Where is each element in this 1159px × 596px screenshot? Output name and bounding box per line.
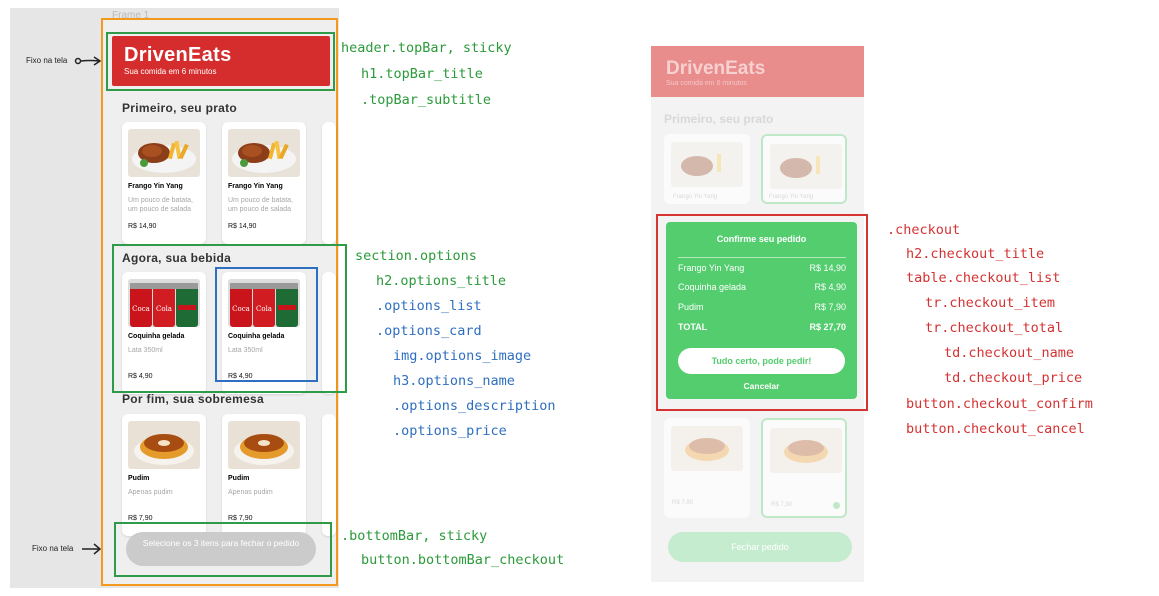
option-card-selected-faded: R$ 7,90 xyxy=(761,418,847,518)
chicken-fries-image xyxy=(671,142,743,187)
option-card-faded: R$ 7,90 xyxy=(664,418,750,518)
annotation-options: .options_list xyxy=(376,298,482,314)
annotation-options: h2.options_title xyxy=(376,273,507,289)
arrow-right-icon xyxy=(74,56,102,66)
option-card-partial[interactable] xyxy=(322,414,336,536)
option-price: R$ 14,90 xyxy=(128,223,157,230)
section-title: Por fim, sua sobremesa xyxy=(122,392,264,406)
flan-image xyxy=(228,421,300,469)
option-price: R$ 7,90 xyxy=(128,515,153,522)
annotation-checkout: table.checkout_list xyxy=(906,270,1061,286)
section-title-faded: Primeiro, seu prato xyxy=(664,112,774,126)
flan-image xyxy=(770,428,842,473)
option-price-faded: R$ 7,90 xyxy=(672,500,694,506)
option-description: Um pouco de batata, um pouco de salada xyxy=(228,197,293,213)
options-card-highlight-box xyxy=(215,267,318,382)
option-name: Pudim xyxy=(228,475,250,482)
option-card[interactable]: Frango Yin Yang Um pouco de batata, um p… xyxy=(222,122,306,244)
annotation-bottombar: button.bottomBar_checkout xyxy=(361,552,565,568)
annotation-topbar: .topBar_subtitle xyxy=(361,92,492,108)
annotation-options: section.options xyxy=(355,248,477,264)
annotation-checkout: tr.checkout_total xyxy=(925,320,1064,336)
bottom-bar-checkout-button-faded: Fechar pedido xyxy=(668,532,852,562)
chicken-fries-image xyxy=(770,144,842,189)
annotation-checkout: button.checkout_confirm xyxy=(906,396,1093,412)
option-name: Frango Yin Yang xyxy=(128,183,183,190)
bottombar-highlight-box xyxy=(114,522,332,577)
annotation-bottombar: .bottomBar, sticky xyxy=(341,528,488,544)
check-icon xyxy=(833,502,840,509)
option-name: Frango Yin Yang xyxy=(228,183,283,190)
annotation-checkout: td.checkout_price xyxy=(944,370,1083,386)
annotation-topbar: header.topBar, sticky xyxy=(341,40,512,56)
annotation-checkout: button.checkout_cancel xyxy=(906,421,1085,437)
chicken-fries-image xyxy=(228,129,300,177)
option-description: Um pouco de batata, um pouco de salada xyxy=(128,197,193,213)
annotation-checkout: tr.checkout_item xyxy=(925,295,1056,311)
annotation-checkout: h2.checkout_title xyxy=(906,246,1045,262)
app-title-faded: DrivenEats xyxy=(666,58,766,79)
option-card[interactable]: Pudim Apenas pudim R$ 7,90 xyxy=(122,414,206,536)
pinned-label-top: Fixo na tela xyxy=(26,56,68,65)
option-name-faded: Frango Yin Yang xyxy=(769,194,814,200)
topbar-highlight-box xyxy=(106,32,335,91)
pinned-label-bottom: Fixo na tela xyxy=(32,544,74,553)
option-price-faded: R$ 7,90 xyxy=(771,502,793,508)
section-title: Primeiro, seu prato xyxy=(122,101,238,115)
annotation-options: h3.options_name xyxy=(393,373,515,389)
top-bar-faded: DrivenEats Sua comida em 6 minutos xyxy=(651,46,864,97)
option-description: Apenas pudim xyxy=(128,489,173,496)
flan-image xyxy=(128,421,200,469)
flan-image xyxy=(671,426,743,471)
chicken-fries-image xyxy=(128,129,200,177)
annotation-options: .options_description xyxy=(393,398,556,414)
diagram-canvas: Frame 1 Fixo na tela Fixo na tela Driven… xyxy=(0,0,1159,596)
option-name-faded: Frango Yin Yang xyxy=(673,194,718,200)
annotation-options: .options_price xyxy=(393,423,507,439)
app-subtitle-faded: Sua comida em 6 minutos xyxy=(666,80,747,87)
option-card[interactable]: Pudim Apenas pudim R$ 7,90 xyxy=(222,414,306,536)
option-description: Apenas pudim xyxy=(228,489,273,496)
annotation-checkout: td.checkout_name xyxy=(944,345,1075,361)
option-price: R$ 7,90 xyxy=(228,515,253,522)
annotation-topbar: h1.topBar_title xyxy=(361,66,483,82)
option-name: Pudim xyxy=(128,475,150,482)
annotation-options: .options_card xyxy=(376,323,482,339)
annotation-options: img.options_image xyxy=(393,348,532,364)
option-card[interactable]: Frango Yin Yang Um pouco de batata, um p… xyxy=(122,122,206,244)
checkout-highlight-box xyxy=(656,214,868,411)
annotation-checkout: .checkout xyxy=(887,222,961,238)
option-card-partial[interactable] xyxy=(322,122,336,244)
option-price: R$ 14,90 xyxy=(228,223,257,230)
